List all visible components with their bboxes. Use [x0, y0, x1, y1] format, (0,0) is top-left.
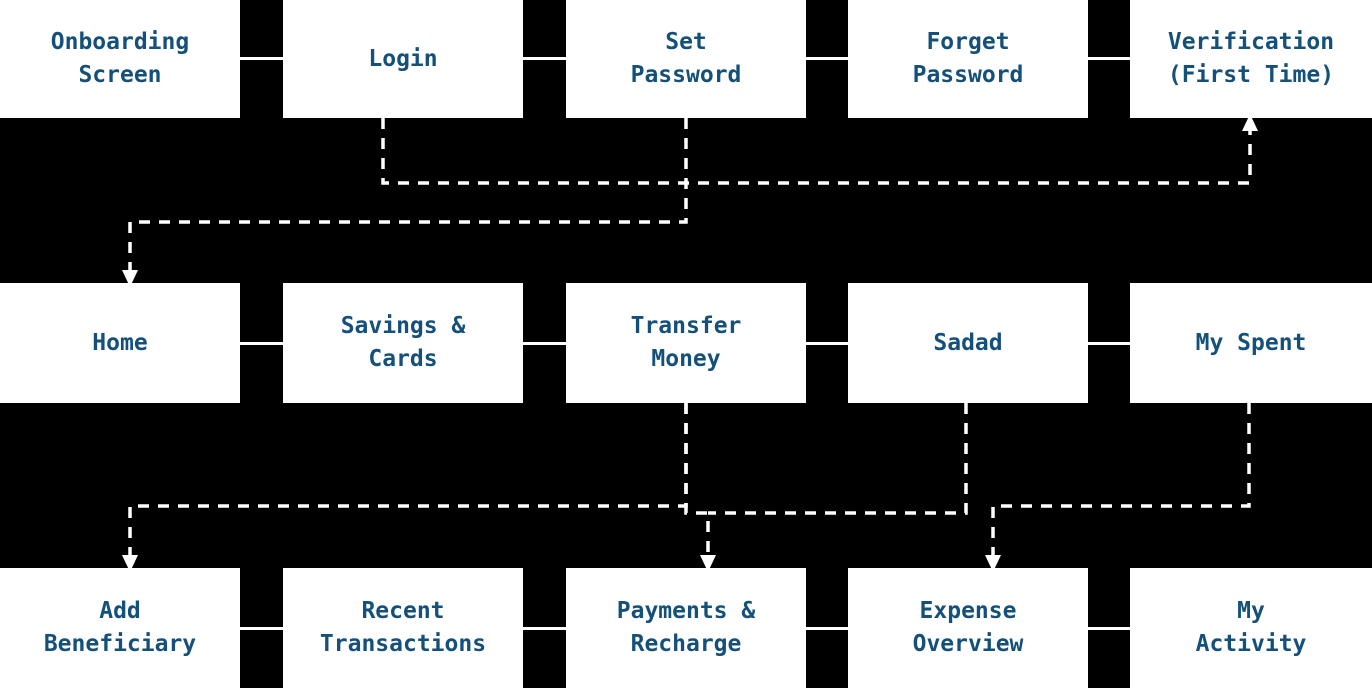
connector-forget-password-verification — [1088, 57, 1130, 60]
connector-onboarding-login — [240, 57, 283, 60]
node-forget-password[interactable]: Forget Password — [848, 0, 1088, 118]
node-verification-first-time[interactable]: Verification (First Time) — [1130, 0, 1372, 118]
connector-sadad-my-spent — [1088, 342, 1130, 345]
connector-payments-expense — [806, 627, 848, 630]
connector-transfer-sadad — [806, 342, 848, 345]
edge-sadad-to-payments — [700, 403, 968, 572]
node-login[interactable]: Login — [283, 0, 523, 118]
node-transfer-money[interactable]: Transfer Money — [566, 283, 806, 403]
edge-transfer-to-payments — [684, 403, 710, 558]
node-home[interactable]: Home — [0, 283, 240, 403]
node-my-activity[interactable]: My Activity — [1130, 568, 1372, 688]
connector-login-set-password — [523, 57, 566, 60]
node-expense-overview[interactable]: Expense Overview — [848, 568, 1088, 688]
node-set-password[interactable]: Set Password — [566, 0, 806, 118]
connector-savings-transfer — [523, 342, 566, 345]
edge-my-spent-to-expense-overview — [985, 403, 1251, 572]
node-recent-transactions[interactable]: Recent Transactions — [283, 568, 523, 688]
connector-set-password-forget-password — [806, 57, 848, 60]
edge-set-password-to-home — [122, 118, 688, 287]
node-onboarding-screen[interactable]: Onboarding Screen — [0, 0, 240, 118]
node-my-spent[interactable]: My Spent — [1130, 283, 1372, 403]
connector-home-savings — [240, 342, 283, 345]
node-sadad[interactable]: Sadad — [848, 283, 1088, 403]
edge-login-to-verification — [381, 114, 1258, 185]
connector-add-beneficiary-recent — [240, 627, 283, 630]
node-payments-and-recharge[interactable]: Payments & Recharge — [566, 568, 806, 688]
connector-expense-my-activity — [1088, 627, 1130, 630]
flow-diagram-canvas: Onboarding Screen Login Set Password For… — [0, 0, 1372, 688]
node-add-beneficiary[interactable]: Add Beneficiary — [0, 568, 240, 688]
connector-recent-payments — [523, 627, 566, 630]
node-savings-and-cards[interactable]: Savings & Cards — [283, 283, 523, 403]
edge-transfer-to-add-beneficiary — [122, 403, 688, 572]
